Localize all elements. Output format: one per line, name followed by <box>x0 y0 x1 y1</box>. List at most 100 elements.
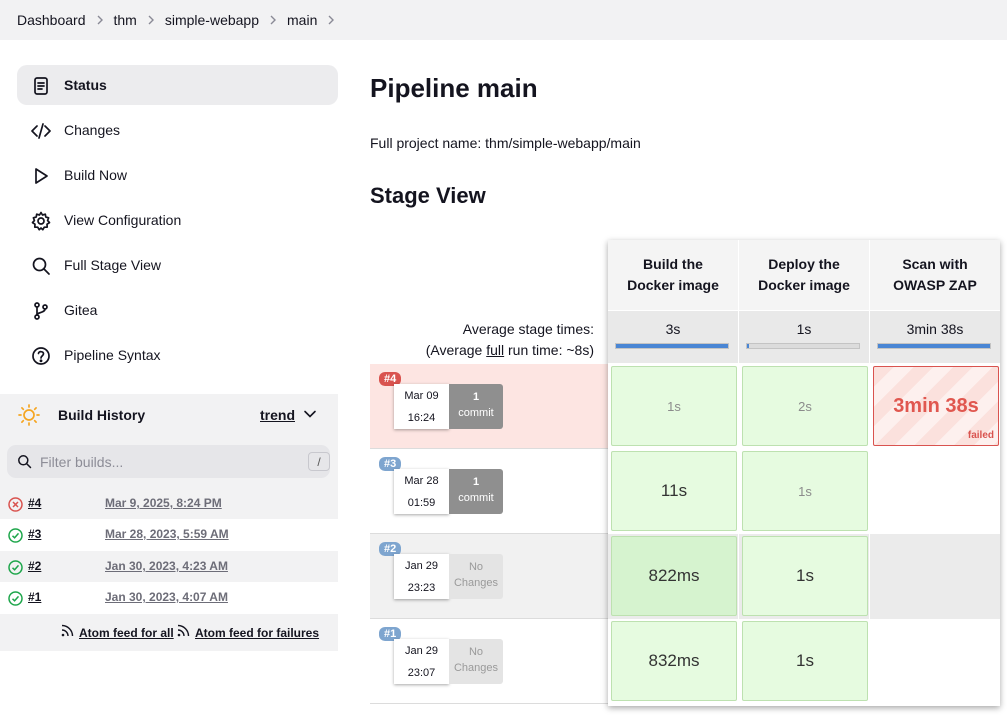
sidebar-item-label: Full Stage View <box>64 257 162 273</box>
code-icon <box>30 120 52 142</box>
sidebar-item-label: Changes <box>64 122 121 138</box>
chevron-right-icon[interactable] <box>317 15 345 25</box>
build-date-link[interactable]: Jan 30, 2023, 4:23 AM <box>105 559 228 573</box>
keyboard-shortcut-hint: / <box>308 452 330 471</box>
stage-average: 3s <box>608 311 738 363</box>
stage-cell-failed[interactable]: 3min 38s failed <box>873 366 999 446</box>
success-status-icon <box>8 560 23 575</box>
changeset-label: Changes <box>453 662 499 674</box>
sidebar-item-status[interactable]: Status <box>17 65 338 105</box>
run-row[interactable]: #2 Jan 29 23:23 No Changes <box>370 534 608 619</box>
run-row[interactable]: #4 Mar 09 16:24 1 commit <box>370 364 608 449</box>
stage-cell-success[interactable]: 11s <box>611 451 737 531</box>
chevron-right-icon <box>259 15 287 25</box>
search-icon <box>18 455 32 469</box>
changeset-label: commit <box>458 492 494 504</box>
breadcrumb-simple-webapp[interactable]: simple-webapp <box>165 12 259 28</box>
stage-cell: 1s <box>739 619 869 704</box>
sidebar-item-label: Status <box>64 77 107 93</box>
run-date-day: Jan 29 <box>404 560 439 572</box>
status-icon <box>30 75 52 97</box>
stage-average-bar <box>615 343 729 349</box>
breadcrumb-dashboard[interactable]: Dashboard <box>17 12 86 28</box>
stage-cell-success[interactable]: 822ms <box>611 536 737 616</box>
stage-cell-success[interactable]: 1s <box>742 621 868 701</box>
sidebar-item-build-now[interactable]: Build Now <box>17 155 338 195</box>
run-date: Jan 29 23:07 <box>394 639 449 684</box>
rss-icon <box>61 624 74 637</box>
changeset-box[interactable]: 1 commit <box>449 469 503 514</box>
stage-cell: 832ms <box>608 619 738 704</box>
stage-average-bar <box>877 343 991 349</box>
stage-view-table: Build the Docker image Deploy the Docker… <box>608 240 1000 706</box>
stage-cell-success[interactable]: 2s <box>742 366 868 446</box>
run-date-day: Jan 29 <box>404 645 439 657</box>
stage-cell-success[interactable]: 1s <box>742 451 868 531</box>
success-status-icon <box>8 528 23 543</box>
run-date-time: 23:23 <box>407 582 436 594</box>
breadcrumb-thm[interactable]: thm <box>114 12 137 28</box>
stage-cell-success[interactable]: 1s <box>611 366 737 446</box>
stage-cell-duration: 3min 38s <box>893 394 979 417</box>
average-full-run-time: (Average full run time: ~8s) <box>370 342 594 358</box>
sidebar-item-pipeline-syntax[interactable]: Pipeline Syntax <box>17 335 338 375</box>
sidebar-item-label: View Configuration <box>64 212 182 228</box>
stage-average: 1s <box>739 311 869 363</box>
changeset-label: Changes <box>453 577 499 589</box>
changeset-box: No Changes <box>449 554 503 599</box>
stage-average-bar-fill <box>878 344 990 348</box>
sidebar-item-label: Pipeline Syntax <box>64 347 161 363</box>
run-date-time: 16:24 <box>407 412 436 424</box>
stage-cell: 1s <box>608 364 738 449</box>
build-number-link[interactable]: #4 <box>28 496 41 510</box>
avg-suffix: run time: ~8s) <box>504 342 594 358</box>
stage-header: Build the Docker image <box>608 240 738 310</box>
search-icon <box>30 255 52 277</box>
build-date-link[interactable]: Mar 9, 2025, 8:24 PM <box>105 496 222 510</box>
stage-cell-empty <box>870 619 1000 704</box>
build-number-link[interactable]: #3 <box>28 527 41 541</box>
build-filter: / <box>7 445 330 478</box>
run-date-day: Mar 09 <box>404 390 439 402</box>
sidebar-item-full-stage-view[interactable]: Full Stage View <box>17 245 338 285</box>
changeset-label: commit <box>458 407 494 419</box>
help-icon <box>30 345 52 367</box>
build-row: #3 Mar 28, 2023, 5:59 AM <box>0 519 338 550</box>
rss-icon <box>177 624 190 637</box>
trend-link[interactable]: trend <box>260 407 295 423</box>
stage-cell: 2s <box>739 364 869 449</box>
run-row[interactable]: #3 Mar 28 01:59 1 commit <box>370 449 608 534</box>
stage-cell: 1s <box>739 449 869 534</box>
changeset-box[interactable]: 1 commit <box>449 384 503 429</box>
sidebar-item-gitea[interactable]: Gitea <box>17 290 338 330</box>
changeset-count: No <box>468 646 484 658</box>
avg-full-word: full <box>486 342 505 358</box>
run-row[interactable]: #1 Jan 29 23:07 No Changes <box>370 619 608 704</box>
breadcrumb-main[interactable]: main <box>287 12 317 28</box>
stage-cell-success[interactable]: 832ms <box>611 621 737 701</box>
filter-builds-input[interactable] <box>40 451 290 473</box>
build-number-link[interactable]: #2 <box>28 559 41 573</box>
build-filter-area: / <box>0 435 338 488</box>
sidebar-item-changes[interactable]: Changes <box>17 110 338 150</box>
build-number-link[interactable]: #1 <box>28 590 41 604</box>
sidebar-item-view-configuration[interactable]: View Configuration <box>17 200 338 240</box>
build-history-title: Build History <box>58 407 146 423</box>
changeset-box: No Changes <box>449 639 503 684</box>
stage-average-bar-fill <box>616 344 728 348</box>
atom-feed-all-link[interactable]: Atom feed for all <box>79 626 174 640</box>
stage-cell-success[interactable]: 1s <box>742 536 868 616</box>
chevron-down-icon[interactable] <box>303 407 317 421</box>
full-project-name: Full project name: thm/simple-webapp/mai… <box>370 135 641 151</box>
build-date-link[interactable]: Jan 30, 2023, 4:07 AM <box>105 590 228 604</box>
build-date-link[interactable]: Mar 28, 2023, 5:59 AM <box>105 527 229 541</box>
stage-average-time: 3min 38s <box>906 321 964 337</box>
changeset-count: 1 <box>472 391 480 403</box>
stage-cell: 1s <box>739 534 869 619</box>
sidebar-item-label: Gitea <box>64 302 98 318</box>
run-date: Mar 09 16:24 <box>394 384 449 429</box>
stage-cell: 11s <box>608 449 738 534</box>
stage-average: 3min 38s <box>870 311 1000 363</box>
stage-cell: 822ms <box>608 534 738 619</box>
atom-feed-failures-link[interactable]: Atom feed for failures <box>195 626 319 640</box>
